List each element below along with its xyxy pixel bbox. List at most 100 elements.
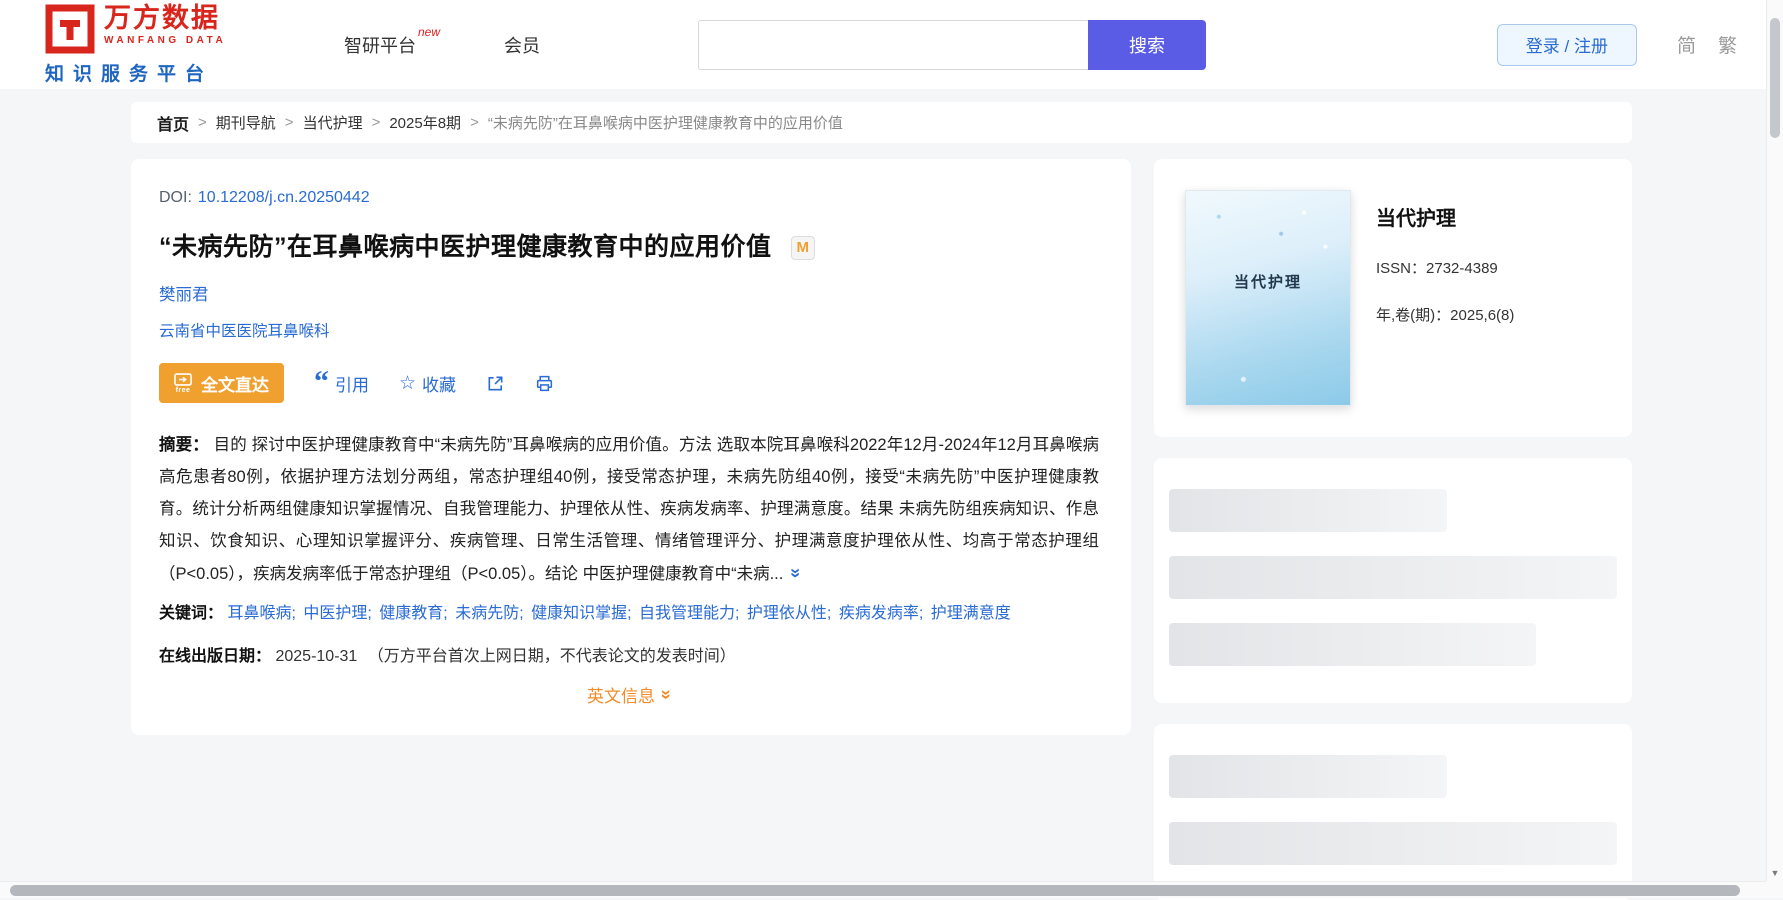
author-line: 樊丽君 xyxy=(159,281,1099,305)
keyword-separator: ; xyxy=(627,605,636,622)
m-badge-icon: M xyxy=(791,236,815,260)
journal-cover[interactable]: 当代护理 xyxy=(1185,190,1351,406)
brand-name: 万方数据 xyxy=(104,4,226,32)
journal-name[interactable]: 当代护理 xyxy=(1376,202,1514,231)
keyword-link[interactable]: 自我管理能力 xyxy=(639,605,735,622)
brand-name-en: WANFANG DATA xyxy=(104,35,226,46)
loading-card xyxy=(1154,458,1632,703)
keywords-label: 关键词： xyxy=(159,605,223,622)
keyword-link[interactable]: 中医护理 xyxy=(303,605,367,622)
breadcrumb-item-1[interactable]: 期刊导航 xyxy=(216,112,276,133)
doi-link[interactable]: 10.12208/j.cn.20250442 xyxy=(198,189,370,206)
main-nav: 智研平台new 会员 xyxy=(344,32,540,58)
keyword-link[interactable]: 健康知识掌握 xyxy=(531,605,627,622)
nav-item-zhiyan[interactable]: 智研平台new xyxy=(344,32,440,58)
abstract-label: 摘要： xyxy=(159,436,209,454)
wanfang-logo[interactable]: 万方数据 WANFANG DATA 知识服务平台 xyxy=(45,4,263,86)
doi-label: DOI: xyxy=(159,189,192,206)
article-title-text: “未病先防”在耳鼻喉病中医护理健康教育中的应用价值 xyxy=(159,233,772,261)
nav-item-label: 智研平台 xyxy=(344,36,416,56)
search-input[interactable] xyxy=(698,20,1088,70)
brand-tagline: 知识服务平台 xyxy=(45,59,263,86)
keyword-separator: ; xyxy=(291,605,300,622)
volume-label: 年,卷(期)： xyxy=(1376,307,1450,324)
login-register-button[interactable]: 登录 / 注册 xyxy=(1497,24,1637,66)
header-right: 登录 / 注册 简 繁 xyxy=(1497,24,1737,66)
keyword-link[interactable]: 疾病发病率 xyxy=(839,605,919,622)
action-bar: free 全文直达 “ 引用 ☆ 收藏 xyxy=(159,363,1099,403)
volume-value: 2025,6(8) xyxy=(1450,307,1514,324)
horizontal-scrollbar[interactable] xyxy=(0,881,1766,898)
share-button[interactable] xyxy=(486,374,505,393)
affiliation-link[interactable]: 云南省中医医院耳鼻喉科 xyxy=(159,323,330,340)
scrollbar-corner xyxy=(1766,881,1783,898)
keyword-link[interactable]: 护理满意度 xyxy=(931,605,1011,622)
cite-button[interactable]: “ 引用 xyxy=(314,371,369,396)
keyword-link[interactable]: 健康教育 xyxy=(379,605,443,622)
horizontal-scrollbar-thumb[interactable] xyxy=(10,885,1740,896)
breadcrumb-separator: > xyxy=(285,114,294,131)
keyword-separator: ; xyxy=(519,605,528,622)
search-bar: 搜索 xyxy=(698,20,1206,70)
journal-volume-row: 年,卷(期)：2025,6(8) xyxy=(1376,304,1514,325)
search-button[interactable]: 搜索 xyxy=(1088,20,1206,70)
content-area: 首页 > 期刊导航 > 当代护理 >2025年8期 > “未病先防”在耳鼻喉病中医护理健康教育… xyxy=(131,102,1632,900)
new-badge: new xyxy=(418,25,440,39)
skeleton-bar xyxy=(1169,755,1447,798)
fulltext-free-icon: free xyxy=(174,373,192,394)
keyword-link[interactable]: 护理依从性 xyxy=(747,605,827,622)
journal-cover-title: 当代护理 xyxy=(1186,271,1350,292)
breadcrumb: 首页 > 期刊导航 > 当代护理 >2025年8期 > “未病先防”在耳鼻喉病中医护理健康教育… xyxy=(131,102,1632,143)
vertical-scrollbar-thumb[interactable] xyxy=(1770,18,1780,138)
keyword-link[interactable]: 未病先防 xyxy=(455,605,519,622)
keyword-link[interactable]: 耳鼻喉病 xyxy=(227,605,291,622)
breadcrumb-separator: > xyxy=(198,114,207,131)
lang-simplified-toggle[interactable]: 简 xyxy=(1677,31,1696,58)
skeleton-bar xyxy=(1169,623,1536,666)
keyword-separator: ; xyxy=(827,605,836,622)
breadcrumb-item-4: “未病先防”在耳鼻喉病中医护理健康教育中的应用价值 xyxy=(488,112,843,133)
fulltext-button[interactable]: free 全文直达 xyxy=(159,363,284,403)
publish-date-label: 在线出版日期： xyxy=(159,648,271,665)
issn-label: ISSN： xyxy=(1376,260,1426,277)
vertical-scrollbar[interactable]: ▼ xyxy=(1766,0,1783,881)
breadcrumb-separator: > xyxy=(372,114,381,131)
abstract-text: 目的 探讨中医护理健康教育中“未病先防”耳鼻喉病的应用价值。方法 选取本院耳鼻喉… xyxy=(159,436,1099,583)
wanfang-logo-icon xyxy=(45,4,95,54)
issn-value: 2732-4389 xyxy=(1426,260,1498,277)
scroll-down-arrow[interactable]: ▼ xyxy=(1767,865,1783,881)
breadcrumb-separator: > xyxy=(470,114,479,131)
share-icon xyxy=(486,374,505,393)
publish-line: 在线出版日期： 2025-10-31 （万方平台首次上网日期，不代表论文的发表时… xyxy=(159,642,1099,666)
skeleton-bar xyxy=(1169,489,1447,532)
keywords-line: 关键词： 耳鼻喉病; 中医护理; 健康教育; 未病先防; 健康知识掌握; 自我管… xyxy=(159,598,1099,630)
breadcrumb-item-0[interactable]: 首页 xyxy=(157,111,189,135)
star-icon: ☆ xyxy=(399,374,416,393)
fulltext-label: 全文直达 xyxy=(201,371,269,396)
breadcrumb-item-2[interactable]: 当代护理 xyxy=(303,112,363,133)
keyword-separator: ; xyxy=(367,605,376,622)
english-info-toggle[interactable]: 英文信息 » xyxy=(159,682,1099,707)
lang-traditional-toggle[interactable]: 繁 xyxy=(1718,31,1737,58)
abstract: 摘要： 目的 探讨中医护理健康教育中“未病先防”耳鼻喉病的应用价值。方法 选取本… xyxy=(159,429,1099,590)
favorite-button[interactable]: ☆ 收藏 xyxy=(399,371,456,396)
keyword-separator: ; xyxy=(735,605,744,622)
article-card: DOI: 10.12208/j.cn.20250442 “未病先防”在耳鼻喉病中医… xyxy=(131,159,1131,735)
english-info-label: 英文信息 xyxy=(587,682,655,707)
keyword-list: 耳鼻喉病; 中医护理; 健康教育; 未病先防; 健康知识掌握; 自我管理能力; … xyxy=(227,605,1010,622)
journal-card: 当代护理 当代护理 ISSN：2732-4389 年,卷(期)：2025,6(8… xyxy=(1154,159,1632,437)
expand-abstract-icon[interactable]: » xyxy=(780,568,812,578)
nav-item-member[interactable]: 会员 xyxy=(504,32,540,58)
print-button[interactable] xyxy=(535,374,554,393)
journal-info: 当代护理 ISSN：2732-4389 年,卷(期)：2025,6(8) xyxy=(1376,190,1514,406)
author-link[interactable]: 樊丽君 xyxy=(159,286,209,304)
cite-label: 引用 xyxy=(335,371,369,396)
affiliation-line: 云南省中医医院耳鼻喉科 xyxy=(159,319,1099,341)
breadcrumb-item-3[interactable]: 2025年8期 xyxy=(389,112,461,133)
journal-issn-row: ISSN：2732-4389 xyxy=(1376,257,1514,278)
loading-card xyxy=(1154,724,1632,900)
doi-line: DOI: 10.12208/j.cn.20250442 xyxy=(159,189,1099,207)
free-tag: free xyxy=(176,387,191,394)
keyword-separator: ; xyxy=(443,605,452,622)
print-icon xyxy=(535,374,554,393)
